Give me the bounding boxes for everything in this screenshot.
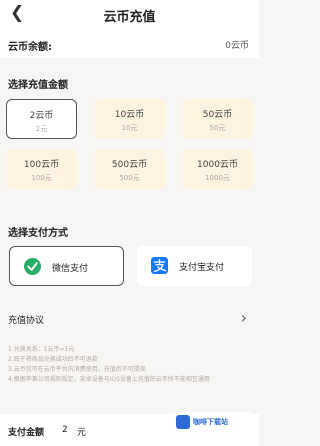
- alipay-label: 支付宝支付: [179, 263, 225, 273]
- payment-amount-unit: 元: [77, 428, 87, 438]
- amount-coins: 10云币: [114, 110, 145, 120]
- amount-coins: 500云币: [111, 160, 148, 170]
- amount-option-2[interactable]: 2云币 2元: [6, 99, 77, 139]
- amount-section-title: 选择充值金额: [8, 80, 68, 91]
- agreement-label: 充值协议: [8, 316, 45, 326]
- amount-coins: 50云币: [202, 110, 233, 120]
- payment-amount-value: 2: [62, 425, 68, 435]
- amount-price: 100元: [31, 174, 52, 182]
- amount-coins: 2云币: [29, 111, 54, 121]
- watermark: 咖啡下载站: [173, 412, 253, 432]
- amount-price: 500元: [119, 174, 140, 182]
- payment-amount-label: 支付金额: [8, 428, 45, 438]
- agreement-row[interactable]: 充值协议 ›: [0, 298, 259, 340]
- balance-row: 云币余额: 0云币: [0, 30, 259, 58]
- amount-option-50[interactable]: 50云币 50元: [182, 99, 253, 139]
- payment-section-title: 选择支付方式: [8, 228, 68, 239]
- rule-item: 2.既于将商品兑换成功后不可退款: [8, 356, 98, 363]
- chevron-right-icon: ›: [240, 308, 247, 327]
- page-title: 云币充值: [103, 10, 156, 25]
- wechat-pay-option[interactable]: 微信支付: [9, 246, 124, 286]
- amount-price: 10元: [121, 124, 138, 132]
- alipay-icon: [151, 257, 168, 274]
- amount-price: 1000元: [205, 174, 230, 182]
- rule-item: 3.云币仅可在云币平台内消费使用，充值后不可提现: [8, 366, 146, 373]
- amount-option-1000[interactable]: 1000云币 1000元: [182, 149, 253, 189]
- balance-label: 云币余额:: [8, 42, 52, 53]
- balance-value: 0云币: [225, 41, 249, 51]
- watermark-logo-icon: [176, 415, 190, 429]
- header-bar: ❮ 云币充值: [0, 0, 259, 30]
- rule-item: 1.兑换关系：1云币=1元: [8, 346, 75, 353]
- wechat-pay-icon: [24, 258, 41, 275]
- amount-option-100[interactable]: 100云币 100元: [6, 149, 77, 189]
- alipay-option[interactable]: 支付宝支付: [137, 246, 252, 286]
- amount-price: 2元: [35, 125, 48, 133]
- amount-coins: 1000云币: [197, 160, 238, 170]
- watermark-text: 咖啡下载站: [193, 418, 228, 426]
- rule-item: 4.根据苹果公司规则规定，安卓设备与iOS设备上充值的云币所不能相互通用: [8, 376, 210, 383]
- amount-option-500[interactable]: 500云币 500元: [94, 149, 165, 189]
- amount-price: 50元: [209, 124, 226, 132]
- amount-option-10[interactable]: 10云币 10元: [94, 99, 165, 139]
- wechat-pay-label: 微信支付: [52, 264, 89, 274]
- amount-coins: 100云币: [23, 160, 60, 170]
- rules-list: 1.兑换关系：1云币=1元 2.既于将商品兑换成功后不可退款 3.云币仅可在云币…: [8, 345, 248, 385]
